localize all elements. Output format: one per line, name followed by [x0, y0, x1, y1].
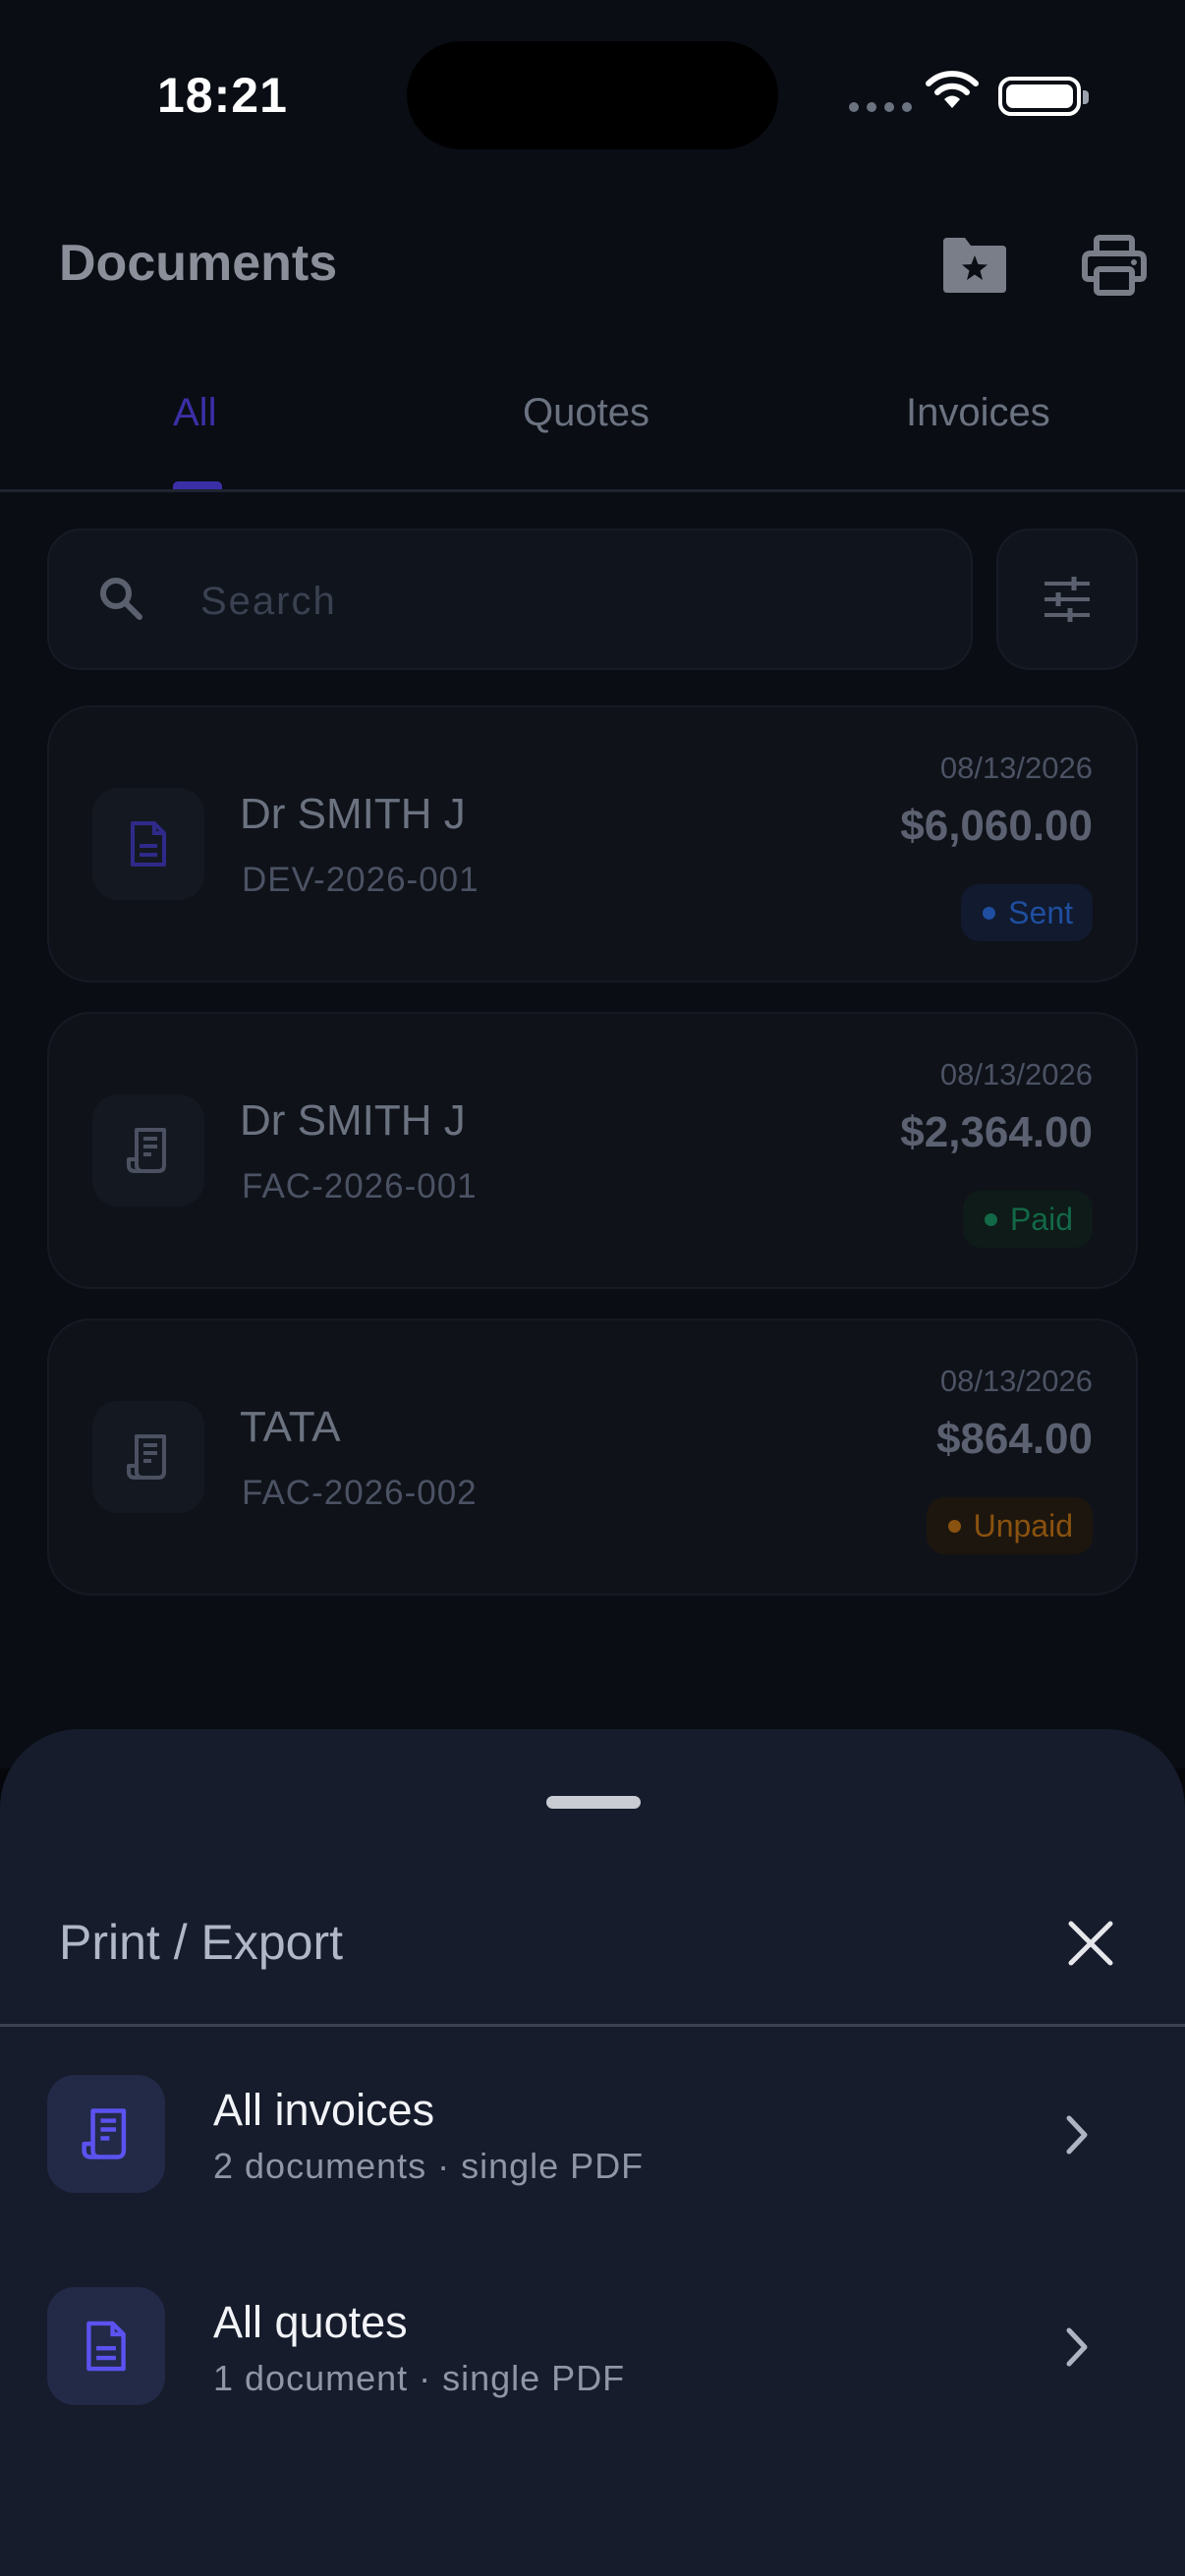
status-badge: Paid [962, 1191, 1093, 1248]
status-badge: Sent [961, 884, 1093, 941]
document-date: 08/13/2026 [939, 1057, 1093, 1092]
receipt-icon [127, 1128, 166, 1173]
document-date: 08/13/2026 [939, 751, 1093, 785]
document-amount: $6,060.00 [900, 802, 1093, 850]
tab-quotes[interactable]: Quotes [523, 391, 649, 435]
document-number: DEV-2026-001 [242, 861, 480, 899]
tab-invoices[interactable]: Invoices [906, 391, 1050, 435]
option-subtitle: 2 documents · single PDF [213, 2146, 645, 2186]
cellular-signal-icon [849, 102, 912, 112]
document-card[interactable]: TATA FAC-2026-002 08/13/2026 $864.00 Unp… [47, 1318, 1138, 1596]
sheet-drag-handle[interactable] [546, 1796, 641, 1809]
document-number: FAC-2026-002 [242, 1474, 478, 1512]
status-badge: Unpaid [926, 1497, 1093, 1554]
document-date: 08/13/2026 [939, 1364, 1093, 1398]
page-title: Documents [59, 235, 338, 292]
receipt-icon [127, 1434, 166, 1480]
document-number: FAC-2026-001 [242, 1167, 478, 1205]
search-icon [100, 578, 142, 620]
starred-folder-icon[interactable] [939, 232, 1010, 299]
status-time: 18:21 [157, 68, 288, 123]
sliders-icon [1044, 577, 1090, 622]
export-all-quotes-option[interactable]: All quotes 1 document · single PDF [47, 2287, 1138, 2407]
filter-button[interactable] [996, 529, 1138, 670]
option-title: All quotes [213, 2297, 408, 2347]
tab-all[interactable]: All [173, 391, 216, 435]
option-subtitle: 1 document · single PDF [213, 2358, 626, 2398]
document-client: TATA [240, 1403, 341, 1451]
document-amount: $864.00 [935, 1415, 1093, 1463]
document-amount: $2,364.00 [900, 1108, 1093, 1156]
receipt-icon [82, 2108, 127, 2159]
document-card[interactable]: Dr SMITH J DEV-2026-001 08/13/2026 $6,06… [47, 705, 1138, 982]
wifi-icon [926, 71, 979, 108]
option-title: All invoices [213, 2085, 435, 2135]
dynamic-island [407, 41, 778, 149]
document-client: Dr SMITH J [240, 1096, 466, 1145]
battery-icon [998, 77, 1089, 116]
export-all-invoices-option[interactable]: All invoices 2 documents · single PDF [47, 2075, 1138, 2195]
document-icon [86, 2321, 126, 2372]
document-card[interactable]: Dr SMITH J FAC-2026-001 08/13/2026 $2,36… [47, 1012, 1138, 1289]
search-input[interactable] [200, 574, 928, 629]
document-client: Dr SMITH J [240, 790, 466, 838]
search-bar[interactable] [47, 529, 973, 670]
print-export-sheet: Print / Export All invoices 2 documents … [0, 1729, 1185, 2576]
chevron-right-icon [1066, 2327, 1088, 2367]
chevron-right-icon [1066, 2115, 1088, 2155]
sheet-divider [0, 2024, 1185, 2027]
tab-divider [0, 489, 1185, 492]
sheet-title: Print / Export [59, 1915, 343, 1970]
documents-screen: 18:21 Documents All Quotes Invoices Sear… [0, 0, 1185, 1768]
document-icon [131, 821, 166, 867]
printer-icon[interactable] [1079, 232, 1150, 299]
close-icon[interactable] [1063, 1916, 1118, 1971]
